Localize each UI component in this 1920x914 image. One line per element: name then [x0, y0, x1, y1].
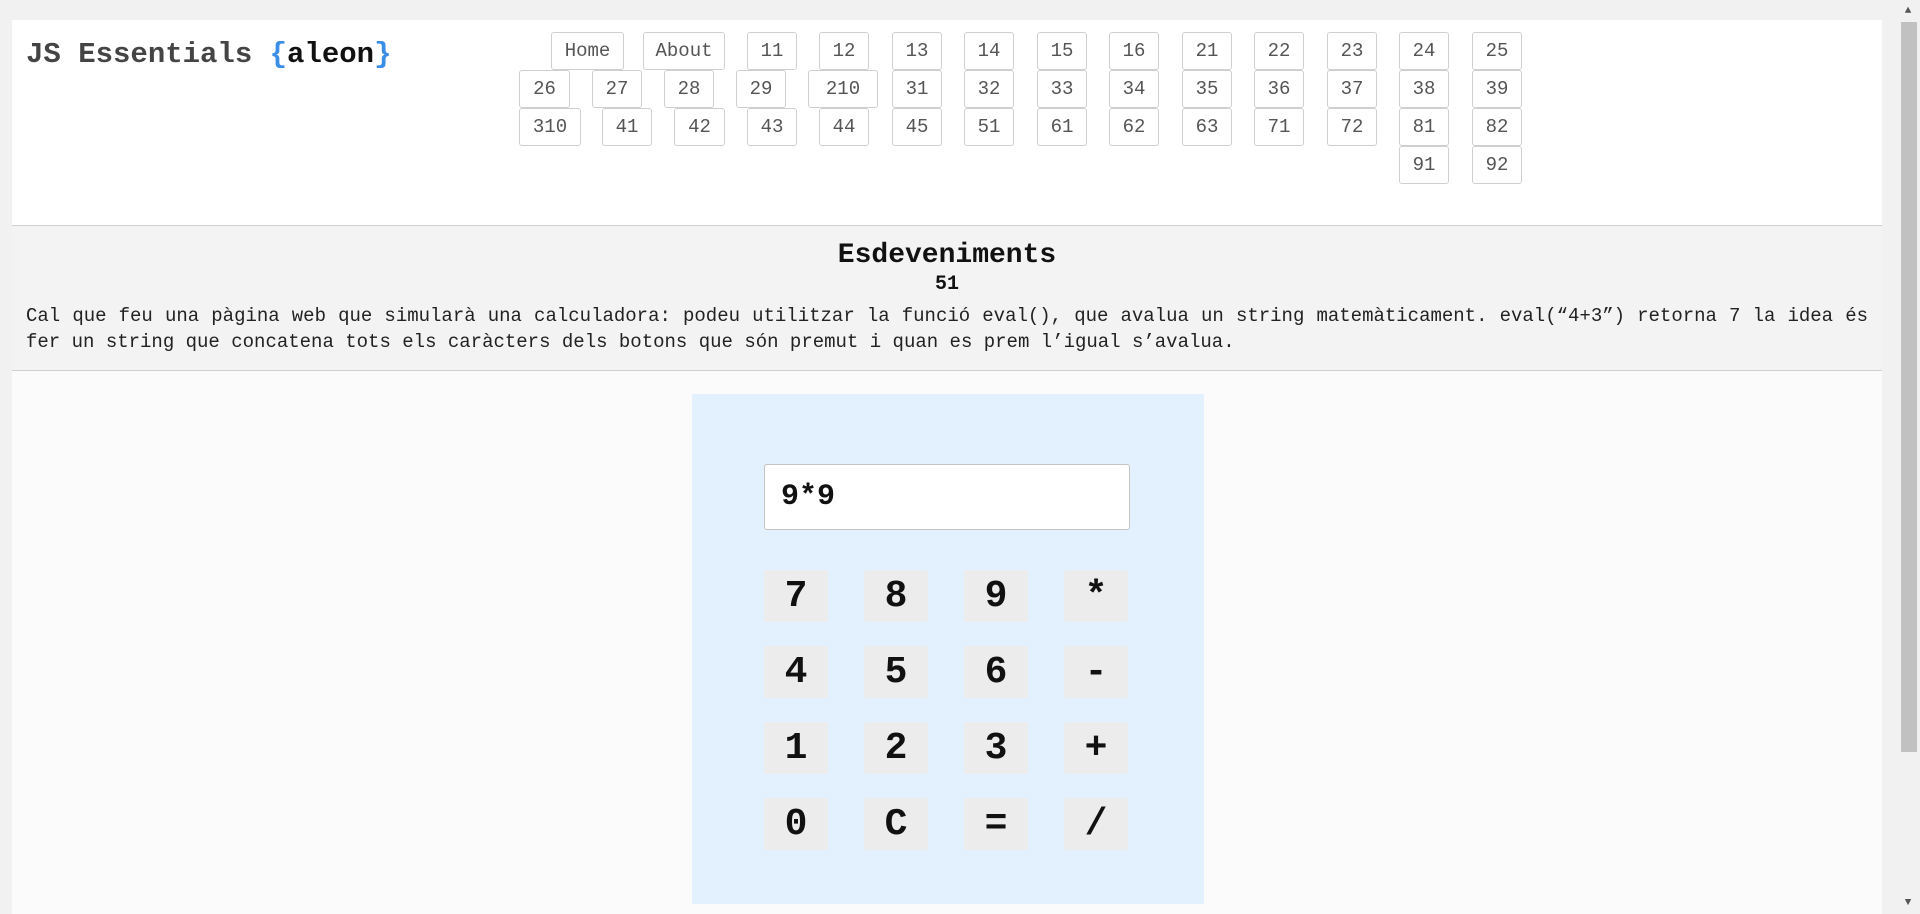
nav-button-26[interactable]: 26: [519, 70, 570, 108]
nav-button-16[interactable]: 16: [1109, 32, 1159, 70]
nav-button-13[interactable]: 13: [892, 32, 942, 70]
nav-button-63[interactable]: 63: [1182, 108, 1232, 146]
key-3-button[interactable]: 3: [964, 722, 1028, 774]
header: JS Essentials {aleon} Home About 11 12 13 14 1…: [12, 20, 1882, 226]
nav-button-22[interactable]: 22: [1254, 32, 1304, 70]
nav-button-29[interactable]: 29: [736, 70, 786, 108]
nav-button-15[interactable]: 15: [1037, 32, 1087, 70]
exercise-intro: Esdeveniments 51 Cal que feu una pàgina …: [12, 226, 1882, 371]
key-1-button[interactable]: 1: [764, 722, 828, 774]
nav-button-home[interactable]: Home: [551, 32, 624, 70]
nav-button-210[interactable]: 210: [808, 70, 878, 108]
site-title-name: aleon: [287, 38, 375, 71]
nav-button-14[interactable]: 14: [964, 32, 1014, 70]
nav-button-32[interactable]: 32: [964, 70, 1014, 108]
nav-button-33[interactable]: 33: [1037, 70, 1087, 108]
nav-button-34[interactable]: 34: [1109, 70, 1159, 108]
calculator-display[interactable]: 9*9: [764, 464, 1130, 530]
page-title: Esdeveniments: [837, 240, 1057, 271]
nav-button-42[interactable]: 42: [674, 108, 725, 146]
vertical-scrollbar[interactable]: ▲ ▼: [1896, 0, 1920, 914]
nav-button-39[interactable]: 39: [1472, 70, 1522, 108]
key-multiply-button[interactable]: *: [1064, 570, 1128, 622]
nav-button-11[interactable]: 11: [747, 32, 797, 70]
nav-button-71[interactable]: 71: [1254, 108, 1304, 146]
nav-button-82[interactable]: 82: [1472, 108, 1522, 146]
brace-close: }: [374, 38, 392, 71]
nav-button-62[interactable]: 62: [1109, 108, 1159, 146]
nav-button-25[interactable]: 25: [1472, 32, 1522, 70]
key-plus-button[interactable]: +: [1064, 722, 1128, 774]
nav-button-12[interactable]: 12: [819, 32, 869, 70]
nav-button-21[interactable]: 21: [1182, 32, 1232, 70]
nav-button-310[interactable]: 310: [519, 108, 581, 146]
key-0-button[interactable]: 0: [764, 798, 828, 850]
scroll-down-arrow-icon[interactable]: ▼: [1896, 892, 1920, 914]
nav-button-45[interactable]: 45: [892, 108, 942, 146]
key-4-button[interactable]: 4: [764, 646, 828, 698]
exercise-description: Cal que feu una pàgina web que simularà …: [26, 305, 1868, 353]
nav-button-27[interactable]: 27: [592, 70, 642, 108]
nav-button-24[interactable]: 24: [1399, 32, 1449, 70]
key-7-button[interactable]: 7: [764, 570, 828, 622]
nav-button-36[interactable]: 36: [1254, 70, 1304, 108]
nav-button-28[interactable]: 28: [664, 70, 714, 108]
key-9-button[interactable]: 9: [964, 570, 1028, 622]
nav-button-44[interactable]: 44: [819, 108, 869, 146]
page: JS Essentials {aleon} Home About 11 12 13 14 1…: [12, 20, 1882, 914]
nav-button-81[interactable]: 81: [1399, 108, 1449, 146]
nav-button-72[interactable]: 72: [1327, 108, 1377, 146]
exercise-number: 51: [934, 273, 959, 296]
site-title-prefix: JS Essentials: [26, 38, 270, 71]
site-title[interactable]: JS Essentials {aleon}: [26, 38, 391, 71]
nav-button-38[interactable]: 38: [1399, 70, 1449, 108]
nav-button-61[interactable]: 61: [1037, 108, 1087, 146]
key-6-button[interactable]: 6: [964, 646, 1028, 698]
scroll-up-arrow-icon[interactable]: ▲: [1896, 0, 1920, 22]
key-8-button[interactable]: 8: [864, 570, 928, 622]
nav-button-35[interactable]: 35: [1182, 70, 1232, 108]
key-5-button[interactable]: 5: [864, 646, 928, 698]
nav-button-41[interactable]: 41: [602, 108, 652, 146]
nav-button-92[interactable]: 92: [1472, 146, 1522, 184]
key-equals-button[interactable]: =: [964, 798, 1028, 850]
brace-open: {: [269, 38, 288, 71]
nav-button-43[interactable]: 43: [747, 108, 797, 146]
nav-button-91[interactable]: 91: [1399, 146, 1449, 184]
nav-button-about[interactable]: About: [643, 32, 725, 70]
nav-button-51[interactable]: 51: [964, 108, 1014, 146]
key-divide-button[interactable]: /: [1064, 798, 1128, 850]
calculator: 9*9 7 8 9 * 4 5 6- 1 2 3 +0 C = /: [692, 394, 1204, 904]
scrollbar-thumb[interactable]: [1901, 22, 1917, 752]
nav-button-23[interactable]: 23: [1327, 32, 1377, 70]
key-minus-button[interactable]: -: [1064, 646, 1128, 698]
nav-button-31[interactable]: 31: [892, 70, 942, 108]
nav-button-37[interactable]: 37: [1327, 70, 1377, 108]
key-2-button[interactable]: 2: [864, 722, 928, 774]
key-clear-button[interactable]: C: [864, 798, 928, 850]
